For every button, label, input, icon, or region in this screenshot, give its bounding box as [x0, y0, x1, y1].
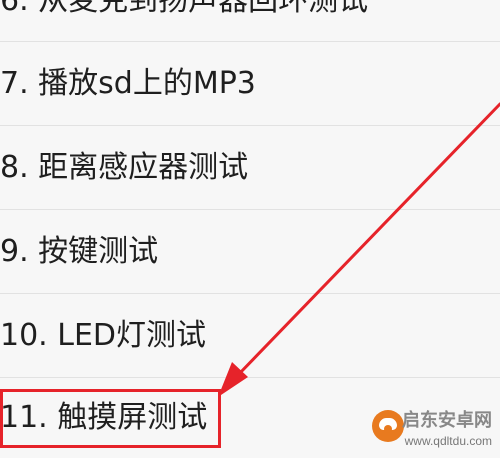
list-item-proximity-sensor-test[interactable]: 8. 距离感应器测试 — [0, 126, 500, 210]
settings-list: 6. 从麦克到扬声器回环测试 7. 播放sd上的MP3 8. 距离感应器测试 9… — [0, 0, 500, 450]
list-item-label: 9. 按键测试 — [0, 233, 159, 269]
watermark-url: www.qdltdu.com — [404, 434, 492, 448]
list-item-led-test[interactable]: 10. LED灯测试 — [0, 294, 500, 378]
list-item-play-sd-mp3[interactable]: 7. 播放sd上的MP3 — [0, 42, 500, 126]
watermark-brand: 启东安卓网 — [402, 410, 492, 430]
list-item-label: 10. LED灯测试 — [0, 317, 207, 353]
watermark-logo-icon — [372, 410, 404, 442]
list-item-loopback-test[interactable]: 6. 从麦克到扬声器回环测试 — [0, 0, 500, 42]
list-item-label: 11. 触摸屏测试 — [0, 400, 208, 435]
list-item-label: 7. 播放sd上的MP3 — [0, 65, 256, 101]
list-item-label: 8. 距离感应器测试 — [0, 149, 249, 185]
list-item-label: 6. 从麦克到扬声器回环测试 — [0, 0, 369, 18]
list-item-key-test[interactable]: 9. 按键测试 — [0, 210, 500, 294]
